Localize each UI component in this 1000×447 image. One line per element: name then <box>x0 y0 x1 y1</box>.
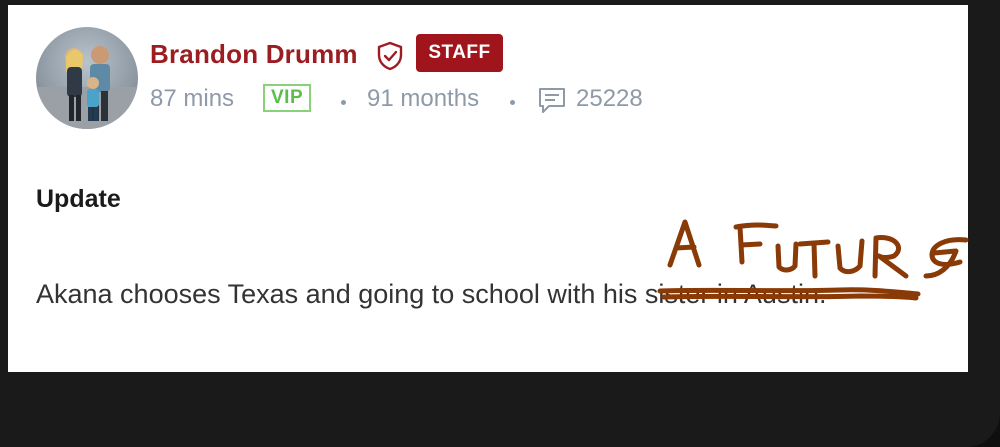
handwritten-annotation <box>657 219 969 301</box>
hand-letter-u2 <box>835 238 865 275</box>
hand-letter-r <box>872 235 909 279</box>
hand-letter-u <box>775 241 799 273</box>
strike-through-line <box>657 287 921 297</box>
hand-letter-f <box>733 222 779 265</box>
hand-letter-t <box>797 239 831 279</box>
hand-letter-e <box>923 237 969 279</box>
strike-through-line-2 <box>661 293 919 301</box>
hand-letter-a <box>667 219 702 268</box>
